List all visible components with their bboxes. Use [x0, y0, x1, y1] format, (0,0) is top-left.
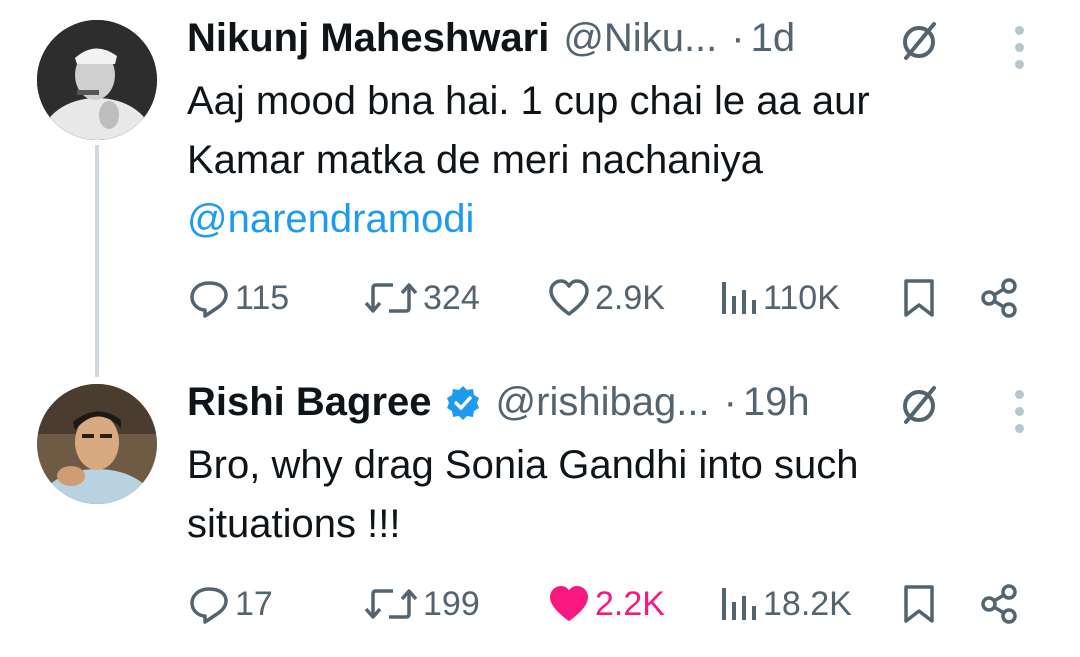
views-button[interactable]: 110K	[719, 276, 840, 320]
tweet-header: Rishi Bagree @rishibag... · 19h	[187, 380, 810, 425]
tweet-text-line: Aaj mood bna hai. 1 cup chai le aa aur	[187, 79, 870, 123]
mention-link[interactable]: @narendramodi	[187, 190, 870, 249]
more-icon[interactable]	[1012, 26, 1026, 69]
views-icon	[722, 588, 756, 620]
retweet-button[interactable]: 324	[363, 276, 480, 320]
action-bar: 17 199 2.2K 18.2K	[187, 582, 1027, 632]
retweet-icon	[364, 283, 418, 313]
views-button[interactable]: 18.2K	[719, 582, 852, 626]
avatar[interactable]	[37, 384, 157, 504]
retweet-icon	[364, 589, 418, 619]
tweet-text-line: Bro, why drag Sonia Gandhi into such	[187, 443, 859, 487]
display-name[interactable]: Nikunj Maheshwari	[187, 16, 549, 61]
retweet-count: 199	[423, 584, 480, 623]
retweet-count: 324	[423, 278, 480, 317]
views-icon	[722, 282, 756, 314]
like-count: 2.2K	[595, 584, 665, 623]
tweet-text-line: situations !!!	[187, 502, 401, 546]
thread-connector-line	[95, 145, 99, 377]
share-icon	[981, 278, 1017, 318]
avatar[interactable]	[37, 20, 157, 140]
like-button[interactable]: 2.2K	[547, 582, 665, 626]
grok-icon[interactable]	[898, 20, 940, 62]
bookmark-button[interactable]	[899, 582, 939, 626]
reply-icon	[190, 281, 228, 318]
grok-icon[interactable]	[898, 384, 940, 426]
share-icon	[981, 584, 1017, 624]
reply-count: 115	[235, 278, 290, 317]
bookmark-button[interactable]	[899, 276, 939, 320]
share-button[interactable]	[977, 276, 1021, 320]
bookmark-icon	[904, 279, 934, 317]
separator-dot: ·	[723, 380, 737, 424]
reply-button[interactable]: 115	[187, 276, 289, 320]
action-bar: 115 324 2.9K 110K	[187, 276, 1027, 326]
more-icon[interactable]	[1012, 390, 1026, 433]
heart-icon	[549, 279, 589, 316]
tweet-text: Bro, why drag Sonia Gandhi into such sit…	[187, 436, 859, 554]
heart-filled-icon	[550, 586, 588, 621]
display-name[interactable]: Rishi Bagree	[187, 380, 432, 425]
tweet-text-line: Kamar matka de meri nachaniya	[187, 138, 763, 182]
separator-dot: ·	[731, 16, 745, 60]
reply-icon	[190, 587, 228, 624]
reply-count: 17	[235, 584, 273, 623]
reply-button[interactable]: 17	[187, 582, 273, 626]
views-count: 110K	[763, 278, 840, 317]
tweet-text: Aaj mood bna hai. 1 cup chai le aa aur K…	[187, 72, 870, 249]
bookmark-icon	[904, 585, 934, 623]
verified-badge-icon	[446, 385, 479, 420]
timestamp[interactable]: 19h	[743, 380, 810, 425]
like-button[interactable]: 2.9K	[547, 276, 665, 320]
user-handle[interactable]: @rishibag...	[496, 380, 710, 425]
retweet-button[interactable]: 199	[363, 582, 480, 626]
share-button[interactable]	[977, 582, 1021, 626]
user-handle[interactable]: @Niku...	[563, 16, 717, 61]
like-count: 2.9K	[595, 278, 665, 317]
tweet-header: Nikunj Maheshwari @Niku... · 1d	[187, 16, 795, 61]
views-count: 18.2K	[763, 584, 852, 623]
timestamp[interactable]: 1d	[751, 16, 796, 61]
